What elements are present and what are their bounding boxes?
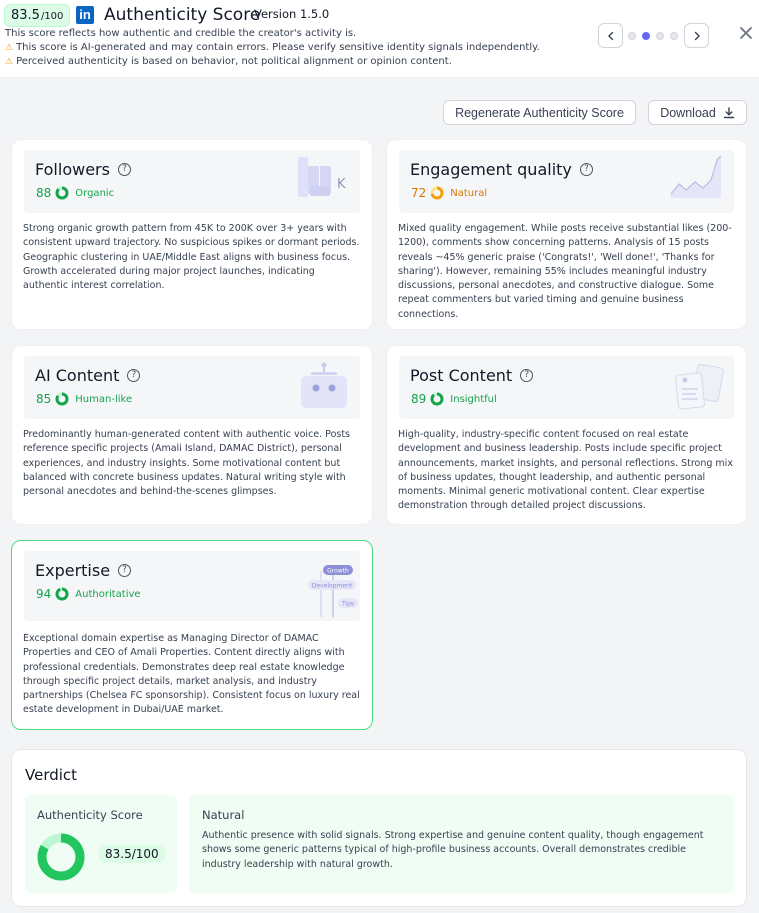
- engagement-card: Engagement quality? 72 Natural Mixed qua…: [386, 139, 747, 330]
- help-icon[interactable]: ?: [520, 369, 534, 382]
- followers-card: Followers? 88 Organic K Strong organic g…: [11, 139, 373, 330]
- skill-tree-icon: Growth Development Tips: [308, 565, 358, 617]
- score-row: 88 Organic: [36, 186, 114, 200]
- documents-icon: [675, 363, 724, 410]
- expertise-card: Expertise? 94 Authoritative Growth Devel…: [11, 540, 373, 730]
- verdict-summary-box: Natural Authentic presence with solid si…: [189, 795, 734, 893]
- score-ring-icon: [55, 587, 69, 601]
- chevron-right-icon: [694, 31, 700, 40]
- download-label: Download: [660, 105, 716, 120]
- score-ring-icon: [55, 186, 69, 200]
- skill-tag-growth: Growth: [327, 568, 349, 575]
- linkedin-icon: in: [76, 6, 94, 24]
- score-donut-chart: [37, 833, 85, 881]
- card-title: Expertise: [35, 561, 111, 580]
- card-score: 89: [411, 392, 427, 406]
- card-description: High-quality, industry-specific content …: [398, 429, 733, 512]
- next-button[interactable]: [684, 23, 709, 48]
- warning-text: Perceived authenticity is based on behav…: [16, 56, 452, 67]
- post-content-card: Post Content? 89 Insightful High-quality…: [386, 345, 747, 525]
- download-icon: [723, 106, 734, 118]
- card-score-label: Insightful: [450, 393, 497, 405]
- card-description: Strong organic growth pattern from 45K t…: [23, 223, 360, 292]
- pagination-dots: [628, 32, 678, 40]
- authenticity-score-label: Authenticity Score: [37, 808, 143, 822]
- score-row: 72 Natural: [411, 186, 487, 200]
- robot-icon: [301, 362, 347, 408]
- pagination-dot[interactable]: [670, 32, 678, 40]
- pagination-dot-active[interactable]: [642, 32, 650, 40]
- card-header: Post Content? 89 Insightful: [399, 356, 734, 419]
- prev-button[interactable]: [598, 23, 623, 48]
- warning-line: ⚠ Perceived authenticity is based on beha…: [5, 56, 452, 67]
- card-score-label: Human-like: [75, 393, 133, 405]
- help-icon[interactable]: ?: [118, 564, 132, 577]
- skill-tag-development: Development: [312, 583, 353, 590]
- card-score-label: Authoritative: [75, 588, 141, 600]
- warning-line: ⚠ This score is AI-generated and may cont…: [5, 42, 540, 53]
- card-header: Followers? 88 Organic K: [24, 150, 360, 213]
- card-description: Predominantly human-generated content wi…: [23, 429, 350, 498]
- card-score: 88: [36, 186, 52, 200]
- header-score-value: 83.5: [11, 8, 40, 23]
- card-score: 94: [36, 587, 52, 601]
- warning-text: This score is AI-generated and may conta…: [16, 42, 540, 53]
- close-button[interactable]: [737, 24, 755, 42]
- card-description: Exceptional domain expertise as Managing…: [23, 633, 360, 716]
- score-ring-icon: [430, 186, 444, 200]
- verdict-panel: Verdict Authenticity Score 83.5/100 Natu…: [11, 749, 747, 907]
- card-score: 85: [36, 392, 52, 406]
- download-button[interactable]: Download: [648, 100, 747, 125]
- verdict-summary: Authentic presence with solid signals. S…: [202, 830, 704, 870]
- card-score-label: Natural: [450, 187, 488, 199]
- help-icon[interactable]: ?: [117, 163, 131, 176]
- header: 83.5 /100 in Authenticity Score Version …: [0, 0, 759, 78]
- pagination-dot[interactable]: [656, 32, 664, 40]
- header-score-badge: 83.5 /100: [4, 4, 71, 27]
- card-title: AI Content: [35, 366, 120, 385]
- warning-icon: ⚠: [5, 57, 14, 67]
- verdict-title: Verdict: [25, 766, 78, 784]
- bar-k-icon: K: [298, 157, 346, 197]
- card-score-label: Organic: [75, 187, 115, 199]
- card-header: Engagement quality? 72 Natural: [399, 150, 734, 213]
- close-icon: [740, 27, 752, 39]
- regenerate-label: Regenerate Authenticity Score: [455, 105, 624, 120]
- verdict-rating: Natural: [202, 808, 245, 822]
- card-title: Engagement quality: [410, 160, 572, 179]
- regenerate-button[interactable]: Regenerate Authenticity Score: [443, 100, 636, 125]
- score-ring-icon: [55, 392, 69, 406]
- card-description: Mixed quality engagement. While posts re…: [398, 223, 732, 320]
- authenticity-score-value: 83.5/100: [99, 845, 165, 863]
- chevron-left-icon: [607, 31, 613, 40]
- score-ring-icon: [430, 392, 444, 406]
- card-header: Expertise? 94 Authoritative Growth Devel…: [24, 551, 360, 621]
- card-header: AI Content? 85 Human-like: [24, 356, 360, 419]
- page-title: Authenticity Score: [104, 5, 261, 25]
- authenticity-score-box: Authenticity Score 83.5/100: [25, 795, 177, 893]
- header-subtitle: This score reflects how authentic and cr…: [5, 28, 357, 39]
- svg-text:K: K: [337, 177, 346, 192]
- skill-tag-tips: Tips: [341, 601, 354, 608]
- help-icon[interactable]: ?: [579, 163, 593, 176]
- card-title: Post Content: [410, 366, 513, 385]
- score-row: 85 Human-like: [36, 392, 132, 406]
- card-score: 72: [411, 186, 427, 200]
- header-score-suffix: /100: [40, 11, 64, 22]
- score-row: 94 Authoritative: [36, 587, 141, 601]
- ai-content-card: AI Content? 85 Human-like Predominantly …: [11, 345, 373, 525]
- pagination-dot[interactable]: [628, 32, 636, 40]
- area-chart-icon: [670, 155, 722, 198]
- score-row: 89 Insightful: [411, 392, 497, 406]
- help-icon[interactable]: ?: [127, 369, 141, 382]
- warning-icon: ⚠: [5, 43, 14, 53]
- version-label: Version 1.5.0: [254, 7, 330, 21]
- card-title: Followers: [35, 160, 110, 179]
